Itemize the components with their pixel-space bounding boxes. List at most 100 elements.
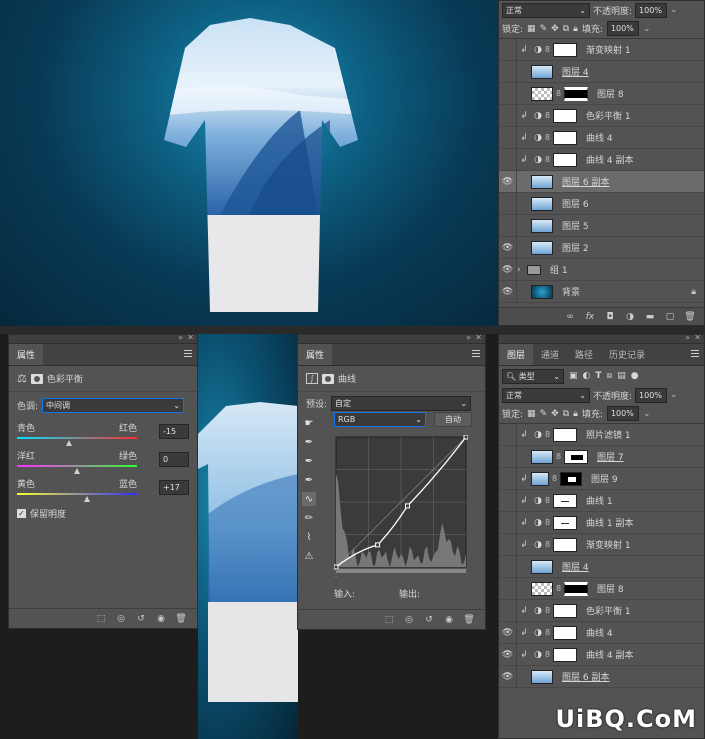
tab-layers[interactable]: 图层 — [499, 344, 534, 365]
panel-menu-icon[interactable] — [472, 350, 480, 357]
opacity-chevron-icon[interactable]: ⌄ — [670, 390, 678, 400]
layer-name[interactable]: 曲线 1 — [586, 494, 613, 507]
layer-name[interactable]: 图层 6 副本 — [562, 175, 609, 188]
layer-thumbnail[interactable] — [531, 240, 553, 255]
tone-select[interactable]: 中间调 ⌄ — [42, 398, 185, 413]
visibility-eye-icon[interactable] — [499, 445, 517, 468]
curve-point[interactable] — [375, 542, 381, 548]
lock-all-icon[interactable]: 🔒︎ — [573, 409, 578, 419]
close-icon[interactable]: ✕ — [694, 333, 701, 342]
layer-name[interactable]: 图层 4 — [562, 560, 589, 573]
layer-row[interactable]: 👁︎ 图层 2 — [499, 236, 704, 259]
layer-row[interactable]: 图层 4 — [499, 60, 704, 83]
lock-transparent-icon[interactable]: ▦ — [527, 24, 536, 34]
layer-row[interactable]: 👁︎ 图层 6 副本 — [499, 170, 704, 193]
channel-select[interactable]: RGB ⌄ — [334, 412, 426, 427]
lock-all-icon[interactable]: 🔒︎ — [573, 24, 578, 34]
slider-thumb[interactable] — [83, 496, 90, 502]
layer-row[interactable]: 图层 6 — [499, 192, 704, 215]
filter-type-select[interactable]: 🔍︎ 类型 ⌄ — [502, 368, 564, 384]
visibility-eye-icon[interactable]: 👁︎ — [499, 258, 517, 281]
layer-row[interactable]: 👁︎ › 组 1 — [499, 258, 704, 281]
pencil-icon[interactable]: ✏ — [302, 511, 316, 525]
layer-row[interactable]: ↲ ◑ 8 色彩平衡 1 — [499, 599, 704, 622]
reset-icon[interactable]: ↺ — [135, 614, 147, 624]
layer-thumbnail[interactable] — [531, 284, 553, 299]
visibility-eye-icon[interactable] — [499, 533, 517, 556]
layer-mask-thumbnail[interactable] — [560, 471, 582, 486]
layer-row[interactable]: 👁︎ ↲ ◑ 8 曲线 4 副本 — [499, 643, 704, 666]
layer-mask-thumbnail[interactable] — [564, 581, 588, 596]
layer-mask-thumbnail[interactable] — [564, 86, 588, 101]
collapse-icon[interactable]: » — [466, 333, 471, 342]
visibility-eye-icon[interactable] — [499, 467, 517, 490]
blend-mode-select[interactable]: 正常 ⌄ — [502, 2, 590, 18]
visibility-eye-icon[interactable] — [499, 82, 517, 105]
color-slider-track[interactable] — [17, 465, 137, 474]
layer-name[interactable]: 图层 4 — [562, 65, 589, 78]
layer-row[interactable]: 👁︎ ↲ ◑ 8 曲线 4 — [499, 621, 704, 644]
on-image-adjust-icon[interactable]: ☛ — [302, 416, 316, 430]
reset-icon[interactable]: ↺ — [423, 615, 435, 625]
filter-pixel-icon[interactable]: ▣ — [569, 371, 578, 381]
view-previous-icon[interactable]: ◎ — [115, 614, 127, 624]
layer-row[interactable]: ↲ ◑ 8 曲线 4 副本 — [499, 148, 704, 171]
layer-name[interactable]: 曲线 4 副本 — [586, 153, 633, 166]
color-slider-track[interactable] — [17, 437, 137, 446]
panel-menu-icon[interactable] — [184, 350, 192, 357]
preset-select[interactable]: 自定 ⌄ — [331, 396, 472, 411]
layer-mask-thumbnail[interactable] — [553, 130, 577, 145]
lock-artboard-icon[interactable]: ⧉ — [563, 409, 569, 419]
gray-eyedropper-icon[interactable]: ✒ — [302, 454, 316, 468]
visibility-eye-icon[interactable] — [499, 104, 517, 127]
lock-move-icon[interactable]: ✥ — [551, 409, 559, 419]
layer-name[interactable]: 渐变映射 1 — [586, 538, 631, 551]
layer-name[interactable]: 渐变映射 1 — [586, 43, 631, 56]
filter-shape-icon[interactable]: ⧈ — [607, 371, 613, 381]
layer-thumbnail[interactable] — [531, 449, 553, 464]
adjustment-icon[interactable]: ◑ — [624, 312, 636, 322]
document-canvas-top[interactable] — [0, 0, 498, 326]
color-slider-track[interactable] — [17, 493, 137, 502]
layer-name[interactable]: 色彩平衡 1 — [586, 109, 631, 122]
point-curve-icon[interactable]: ∿ — [302, 492, 316, 506]
layer-name[interactable]: 图层 6 — [562, 197, 589, 210]
view-previous-icon[interactable]: ◎ — [403, 615, 415, 625]
visibility-eye-icon[interactable] — [499, 489, 517, 512]
layer-name[interactable]: 图层 8 — [597, 87, 624, 100]
collapse-icon[interactable]: » — [178, 333, 183, 342]
layer-row[interactable]: ↲ ◑ 8 照片滤镜 1 — [499, 424, 704, 446]
fill-chevron-icon[interactable]: ⌄ — [643, 24, 651, 34]
smooth-icon[interactable]: ⌇ — [302, 530, 316, 544]
panel-menu-icon[interactable] — [691, 350, 699, 357]
layer-row[interactable]: 👁︎ 背景 🔒︎ — [499, 280, 704, 303]
layer-thumbnail[interactable] — [531, 559, 553, 574]
slider-value-input[interactable]: -15 — [159, 424, 189, 439]
visibility-eye-icon[interactable] — [499, 214, 517, 237]
auto-button[interactable]: 自动 — [434, 412, 472, 427]
layer-name[interactable]: 图层 6 副本 — [562, 670, 609, 683]
layer-mask-thumbnail[interactable] — [553, 647, 577, 662]
lock-paint-icon[interactable]: ✎ — [540, 24, 548, 34]
filter-toggle-icon[interactable]: ● — [631, 371, 639, 381]
link-icon[interactable]: ∞ — [564, 312, 576, 322]
visibility-eye-icon[interactable] — [499, 424, 517, 446]
layer-name[interactable]: 图层 7 — [597, 450, 624, 463]
filter-type-icon[interactable]: T — [595, 371, 601, 381]
layer-mask-thumbnail[interactable] — [553, 515, 577, 530]
layer-mask-thumbnail[interactable] — [553, 108, 577, 123]
trash-icon[interactable]: 🗑︎ — [684, 312, 696, 322]
layer-row[interactable]: 👁︎ 图层 6 副本 — [499, 665, 704, 688]
visibility-eye-icon[interactable]: 👁︎ — [499, 236, 517, 259]
layer-mask-thumbnail[interactable] — [553, 152, 577, 167]
layer-thumbnail[interactable] — [531, 471, 549, 486]
curve-point[interactable] — [463, 435, 468, 440]
slider-thumb[interactable] — [65, 440, 72, 446]
tab-channels[interactable]: 通道 — [533, 344, 567, 365]
layer-name[interactable]: 色彩平衡 1 — [586, 604, 631, 617]
expand-chevron-icon[interactable]: › — [517, 265, 527, 275]
layer-name[interactable]: 照片滤镜 1 — [586, 428, 631, 441]
folder-icon[interactable]: ▬ — [644, 312, 656, 322]
layer-name[interactable]: 曲线 1 副本 — [586, 516, 633, 529]
visibility-eye-icon[interactable]: 👁︎ — [499, 643, 517, 666]
